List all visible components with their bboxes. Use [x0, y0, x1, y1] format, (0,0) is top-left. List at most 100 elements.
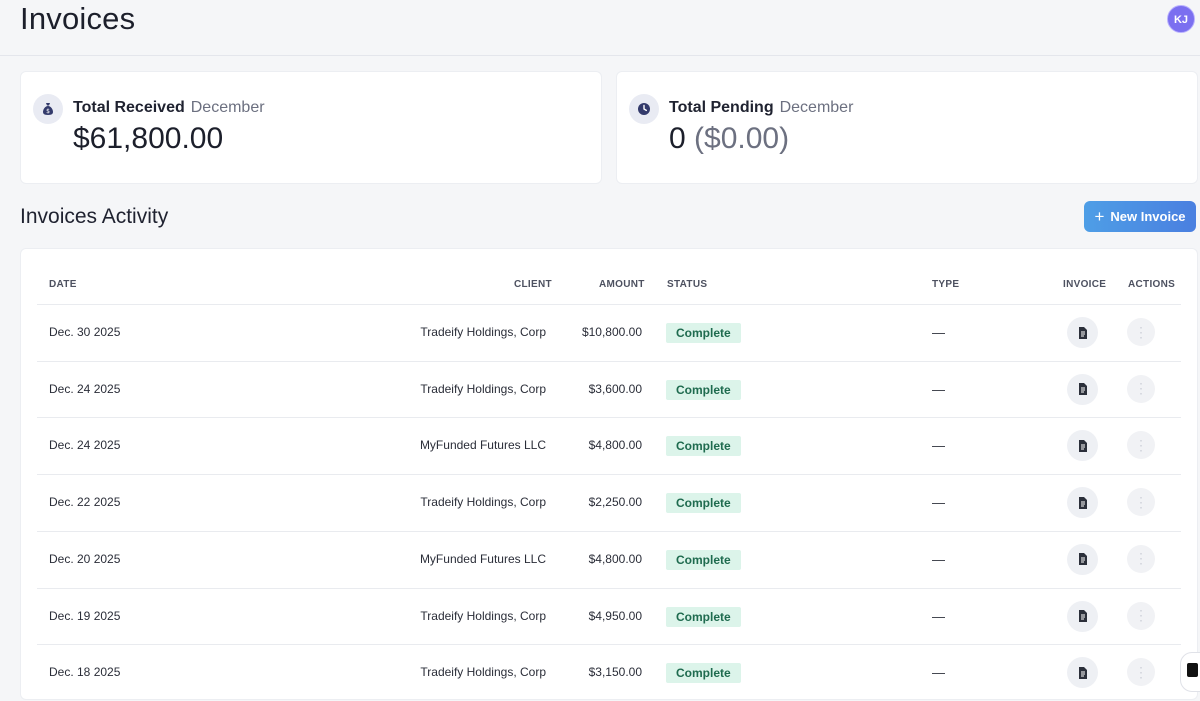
document-icon [1078, 553, 1087, 566]
card-label: Total Received [73, 99, 185, 116]
column-header-amount[interactable]: AMOUNT [599, 279, 645, 290]
table-row[interactable]: Dec. 19 2025 Tradeify Holdings, Corp $4,95… [37, 587, 1181, 645]
cell-amount: $2,250.00 [588, 495, 642, 510]
section-title: Invoices Activity [20, 205, 169, 228]
column-header-status[interactable]: STATUS [667, 279, 707, 290]
document-icon [1078, 666, 1087, 679]
chat-icon [1187, 663, 1198, 677]
view-invoice-button[interactable] [1067, 543, 1098, 575]
table-row[interactable]: Dec. 18 2025 Tradeify Holdings, Corp $3,15… [37, 644, 1181, 701]
card-title: Total Pending December [669, 99, 853, 117]
row-actions-button[interactable]: ⋮ [1127, 544, 1155, 573]
view-invoice-button[interactable] [1067, 373, 1098, 405]
row-actions-button[interactable]: ⋮ [1127, 488, 1155, 517]
table-row[interactable]: Dec. 30 2025 Tradeify Holdings, Corp $10,8… [37, 304, 1181, 361]
cell-client: Tradeify Holdings, Corp [420, 495, 546, 510]
column-header-actions: ACTIONS [1128, 279, 1176, 290]
cell-date: Dec. 20 2025 [49, 551, 121, 566]
status-badge: Complete [666, 606, 741, 627]
card-period: December [779, 99, 854, 116]
cell-client: MyFunded Futures LLC [419, 551, 546, 566]
user-avatar[interactable]: KJ [1167, 5, 1195, 33]
chat-widget-tab[interactable] [1180, 652, 1200, 692]
status-badge: Complete [666, 663, 741, 684]
document-icon [1078, 383, 1087, 396]
cell-type: — [932, 665, 945, 681]
total-pending-card: Total Pending December 0 ($0.00) [616, 71, 1198, 184]
more-vertical-icon: ⋮ [1134, 493, 1148, 510]
cell-client: Tradeify Holdings, Corp [420, 381, 546, 396]
cell-type: — [932, 608, 945, 624]
document-icon [1078, 326, 1087, 339]
card-period: December [190, 99, 265, 116]
svg-text:$: $ [46, 108, 50, 115]
cell-client: Tradeify Holdings, Corp [420, 665, 546, 680]
view-invoice-button[interactable] [1067, 657, 1098, 689]
table-row[interactable]: Dec. 22 2025 Tradeify Holdings, Corp $2,25… [37, 474, 1181, 531]
cell-amount: $4,950.00 [588, 608, 642, 623]
row-actions-button[interactable]: ⋮ [1127, 374, 1155, 403]
card-label: Total Pending [669, 99, 774, 116]
row-actions-button[interactable]: ⋮ [1127, 601, 1155, 630]
status-badge: Complete [666, 436, 741, 457]
total-pending-value: 0 ($0.00) [669, 122, 789, 156]
table-row[interactable]: Dec. 20 2025 MyFunded Futures LLC $4,800.0… [37, 530, 1181, 588]
document-icon [1078, 439, 1087, 452]
status-badge: Complete [666, 323, 741, 343]
card-value-amount: ($0.00) [694, 122, 790, 155]
cell-date: Dec. 24 2025 [49, 438, 121, 453]
row-actions-button[interactable]: ⋮ [1127, 318, 1155, 346]
cell-type: — [932, 381, 945, 397]
row-actions-button[interactable]: ⋮ [1127, 431, 1155, 460]
view-invoice-button[interactable] [1067, 430, 1098, 462]
more-vertical-icon: ⋮ [1134, 436, 1148, 453]
cell-date: Dec. 22 2025 [49, 495, 121, 510]
total-received-value: $61,800.00 [73, 122, 223, 156]
cell-date: Dec. 24 2025 [49, 381, 121, 396]
column-header-type[interactable]: TYPE [932, 279, 959, 290]
column-header-client[interactable]: CLIENT [514, 279, 552, 290]
row-actions-button[interactable]: ⋮ [1127, 658, 1155, 687]
cell-amount: $3,150.00 [588, 665, 642, 680]
top-bar: Invoices KJ [0, 0, 1200, 56]
table-row[interactable]: Dec. 24 2025 Tradeify Holdings, Corp $3,60… [37, 360, 1181, 418]
view-invoice-button[interactable] [1067, 600, 1098, 632]
more-vertical-icon: ⋮ [1134, 550, 1148, 567]
cell-client: Tradeify Holdings, Corp [420, 608, 546, 623]
column-header-date[interactable]: DATE [49, 279, 77, 290]
view-invoice-button[interactable] [1067, 317, 1098, 348]
money-bag-icon: $ [33, 94, 63, 124]
cell-type: — [932, 325, 945, 340]
cell-client: Tradeify Holdings, Corp [420, 325, 546, 339]
page-title: Invoices [20, 1, 136, 36]
status-badge: Complete [666, 493, 741, 514]
cell-client: MyFunded Futures LLC [419, 438, 546, 453]
cell-amount: $4,800.00 [588, 551, 642, 566]
more-vertical-icon: ⋮ [1134, 380, 1148, 397]
card-title: Total Received December [73, 99, 265, 117]
cell-date: Dec. 19 2025 [49, 608, 121, 623]
cell-type: — [932, 551, 945, 567]
more-vertical-icon: ⋮ [1134, 323, 1148, 340]
status-badge: Complete [666, 549, 741, 570]
cell-amount: $10,800.00 [581, 325, 642, 339]
plus-icon: + [1094, 207, 1105, 226]
more-vertical-icon: ⋮ [1134, 663, 1148, 680]
new-invoice-button[interactable]: + New Invoice [1084, 201, 1196, 232]
table-row[interactable]: Dec. 24 2025 MyFunded Futures LLC $4,800.0… [37, 417, 1181, 474]
column-header-invoice: INVOICE [1063, 279, 1107, 290]
document-icon [1078, 496, 1087, 509]
status-badge: Complete [666, 379, 741, 400]
total-received-card: $ Total Received December $61,800.00 [20, 71, 602, 184]
view-invoice-button[interactable] [1067, 487, 1098, 519]
more-vertical-icon: ⋮ [1134, 607, 1148, 623]
document-icon [1078, 610, 1087, 622]
card-value-amount: $61,800.00 [73, 122, 224, 155]
cell-date: Dec. 30 2025 [49, 325, 121, 339]
cell-amount: $3,600.00 [588, 381, 642, 396]
clock-icon [629, 94, 659, 124]
cell-amount: $4,800.00 [588, 438, 642, 453]
card-value-count: 0 [669, 122, 686, 155]
new-invoice-label: New Invoice [1110, 209, 1186, 224]
invoices-table: DATE CLIENT AMOUNT STATUS TYPE INVOICE A… [20, 248, 1198, 700]
